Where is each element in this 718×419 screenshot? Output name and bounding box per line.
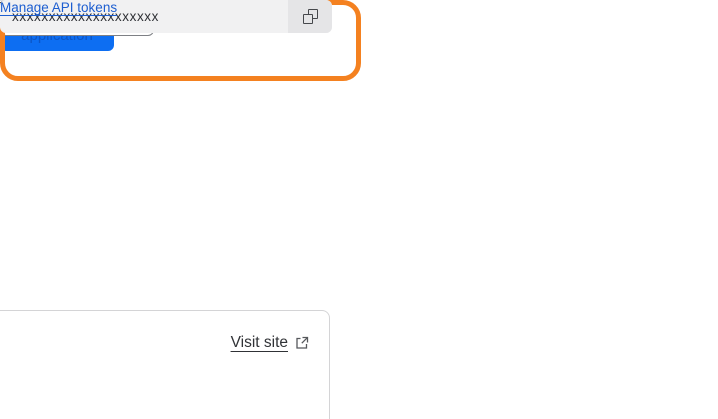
copy-account-id-button[interactable] (288, 0, 332, 33)
manage-api-tokens-link[interactable]: Manage API tokens (0, 0, 117, 15)
copy-icon (302, 9, 318, 24)
external-link-icon (295, 336, 309, 350)
project-card: Visit site (0, 310, 330, 419)
visit-site-link[interactable]: Visit site (231, 334, 288, 352)
workers-pages-dashboard: lications with Workers cumentation to Cr… (0, 0, 718, 419)
